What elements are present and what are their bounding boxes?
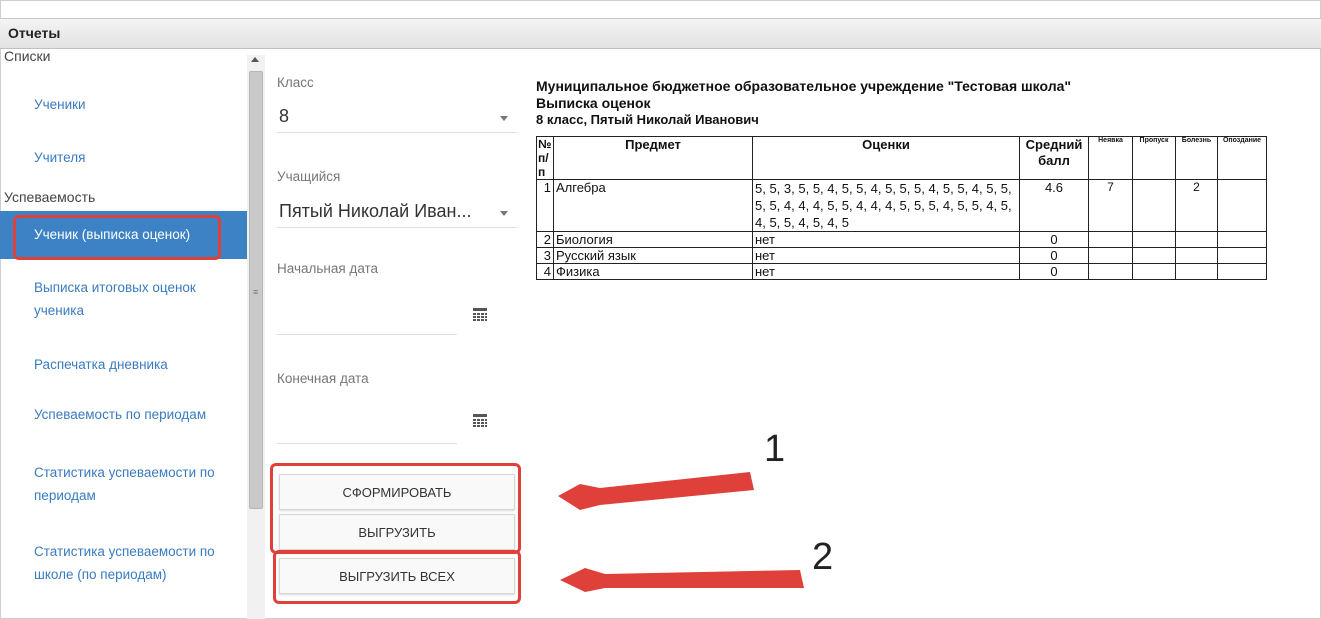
- scroll-thumb[interactable]: ≡: [249, 71, 263, 509]
- chevron-down-icon: [500, 211, 508, 216]
- annotation-number-2: 2: [812, 536, 834, 578]
- sidebar-item-label: Статистика успеваемости по периодам: [34, 465, 215, 503]
- window-header: Отчеты: [0, 18, 1321, 49]
- grip-icon: ≡: [253, 287, 259, 297]
- sidebar: Списки Ученики Учителя Успеваемость Учен…: [0, 48, 247, 619]
- sidebar-item-label: Ученики: [34, 97, 86, 112]
- class-label: Класс: [277, 75, 314, 90]
- sidebar-section-performance: Успеваемость: [4, 189, 96, 205]
- class-select-value: 8: [279, 106, 290, 126]
- highlight-active-item: [13, 215, 221, 260]
- sidebar-item-label: Статистика успеваемости по школе (по пер…: [34, 544, 215, 582]
- col-ill: Болезнь: [1175, 136, 1218, 180]
- scroll-up-arrow-icon[interactable]: [251, 57, 259, 62]
- sidebar-item-label: Успеваемость по периодам: [34, 407, 207, 422]
- sidebar-item-performance-periods[interactable]: Успеваемость по периодам: [0, 403, 247, 426]
- student-select[interactable]: Пятый Николай Иван...: [277, 197, 517, 228]
- sidebar-scrollbar[interactable]: ≡: [247, 55, 265, 619]
- highlight-buttons-1: [270, 463, 521, 554]
- sidebar-item-diary-print[interactable]: Распечатка дневника: [0, 353, 247, 376]
- report-title: Муниципальное бюджетное образовательное …: [536, 78, 1072, 94]
- sidebar-section-lists: Списки: [4, 48, 51, 64]
- sidebar-item-students[interactable]: Ученики: [0, 93, 247, 116]
- table-header-row: № п/п Предмет Оценки Средний балл Неявка…: [536, 136, 1267, 180]
- col-late: Опоздание: [1217, 136, 1267, 180]
- report-header: Муниципальное бюджетное образовательное …: [536, 78, 1071, 127]
- end-date-input[interactable]: [277, 413, 457, 444]
- col-number: № п/п: [536, 136, 554, 180]
- sidebar-item-stats-school[interactable]: Статистика успеваемости по школе (по пер…: [0, 540, 247, 586]
- start-date-label: Начальная дата: [277, 261, 379, 276]
- col-subject: Предмет: [553, 136, 753, 180]
- chevron-down-icon: [500, 116, 508, 121]
- report-subtitle: Выписка оценок: [536, 95, 651, 111]
- sidebar-item-label: Учителя: [34, 150, 86, 165]
- highlight-buttons-2: [273, 550, 521, 604]
- sidebar-item-final-grades[interactable]: Выписка итоговых оценок ученика: [0, 276, 247, 322]
- table-row: 2 Биология нет 0: [536, 231, 1267, 248]
- window-title: Отчеты: [8, 25, 61, 41]
- calendar-icon[interactable]: [473, 414, 487, 427]
- sidebar-item-label: Распечатка дневника: [34, 357, 168, 372]
- grades-table: № п/п Предмет Оценки Средний балл Неявка…: [536, 136, 1267, 280]
- annotation-number-1: 1: [764, 428, 786, 470]
- end-date-label: Конечная дата: [277, 371, 369, 386]
- student-label: Учащийся: [277, 169, 341, 184]
- table-row: 1 Алгебра 5, 5, 3, 5, 5, 4, 5, 5, 4, 5, …: [536, 179, 1267, 232]
- col-absent: Неявка: [1088, 136, 1133, 180]
- report-class-student: 8 класс, Пятый Николай Иванович: [536, 112, 759, 127]
- sidebar-item-label: Выписка итоговых оценок ученика: [34, 280, 196, 318]
- class-select[interactable]: 8: [277, 102, 517, 133]
- sidebar-item-stats-periods[interactable]: Статистика успеваемости по периодам: [0, 461, 247, 507]
- col-grades: Оценки: [752, 136, 1020, 180]
- sidebar-item-teachers[interactable]: Учителя: [0, 146, 247, 169]
- start-date-input[interactable]: [277, 304, 457, 335]
- col-average: Средний балл: [1019, 136, 1089, 180]
- table-row: 3 Русский язык нет 0: [536, 247, 1267, 264]
- col-skip: Пропуск: [1132, 136, 1176, 180]
- calendar-icon[interactable]: [473, 308, 487, 321]
- table-row: 4 Физика нет 0: [536, 263, 1267, 280]
- student-select-value: Пятый Николай Иван...: [279, 201, 472, 221]
